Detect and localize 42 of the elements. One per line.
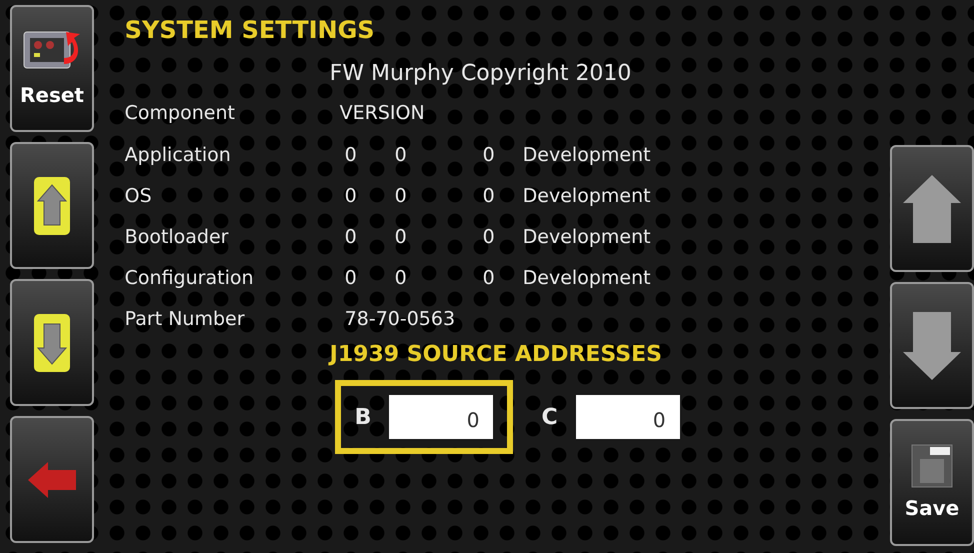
release-status: Development (522, 143, 651, 168)
screen-title: SYSTEM SETTINGS (124, 15, 376, 46)
version-major: 0 (344, 266, 358, 291)
scroll-down-button[interactable] (890, 282, 974, 409)
address-label: C (541, 404, 558, 432)
column-heading: Component (124, 101, 236, 126)
copyright-text: FW Murphy Copyright 2010 (330, 60, 632, 88)
address-field-frame[interactable]: C 0 (521, 380, 700, 454)
column-heading: VERSION (340, 101, 425, 126)
release-status: Development (522, 184, 651, 209)
version-major: 0 (344, 143, 358, 168)
address-input[interactable]: 0 (389, 395, 494, 439)
scroll-up-button[interactable] (10, 142, 94, 269)
save-icon (910, 442, 954, 488)
reset-button[interactable]: Reset (10, 5, 94, 132)
version-minor: 0 (394, 225, 408, 250)
release-status: Development (522, 225, 651, 250)
component-name: Configuration (124, 266, 255, 291)
version-build: 0 (482, 143, 496, 168)
version-build: 0 (482, 184, 496, 209)
version-build: 0 (482, 266, 496, 291)
save-button[interactable]: Save (890, 419, 974, 546)
address-field-frame[interactable]: B 0 (334, 380, 514, 454)
component-name: Application (124, 143, 232, 168)
address-input[interactable]: 0 (576, 395, 680, 439)
version-major: 0 (344, 225, 358, 250)
scroll-down-button[interactable] (10, 279, 94, 406)
version-build: 0 (482, 225, 496, 250)
back-button[interactable] (10, 416, 94, 543)
left-arrow-icon (26, 460, 78, 500)
version-major: 0 (344, 184, 358, 209)
component-name: OS (124, 184, 153, 209)
address-label: B (354, 404, 372, 432)
release-status: Development (522, 266, 651, 291)
part-number-label: Part Number (124, 307, 246, 332)
section-heading: J1939 SOURCE ADDRESSES (330, 341, 664, 369)
scroll-up-button[interactable] (890, 145, 974, 272)
version-minor: 0 (394, 143, 408, 168)
version-minor: 0 (394, 266, 408, 291)
version-minor: 0 (394, 184, 408, 209)
component-name: Bootloader (124, 225, 230, 250)
part-number-value: 78-70-0563 (344, 307, 456, 332)
